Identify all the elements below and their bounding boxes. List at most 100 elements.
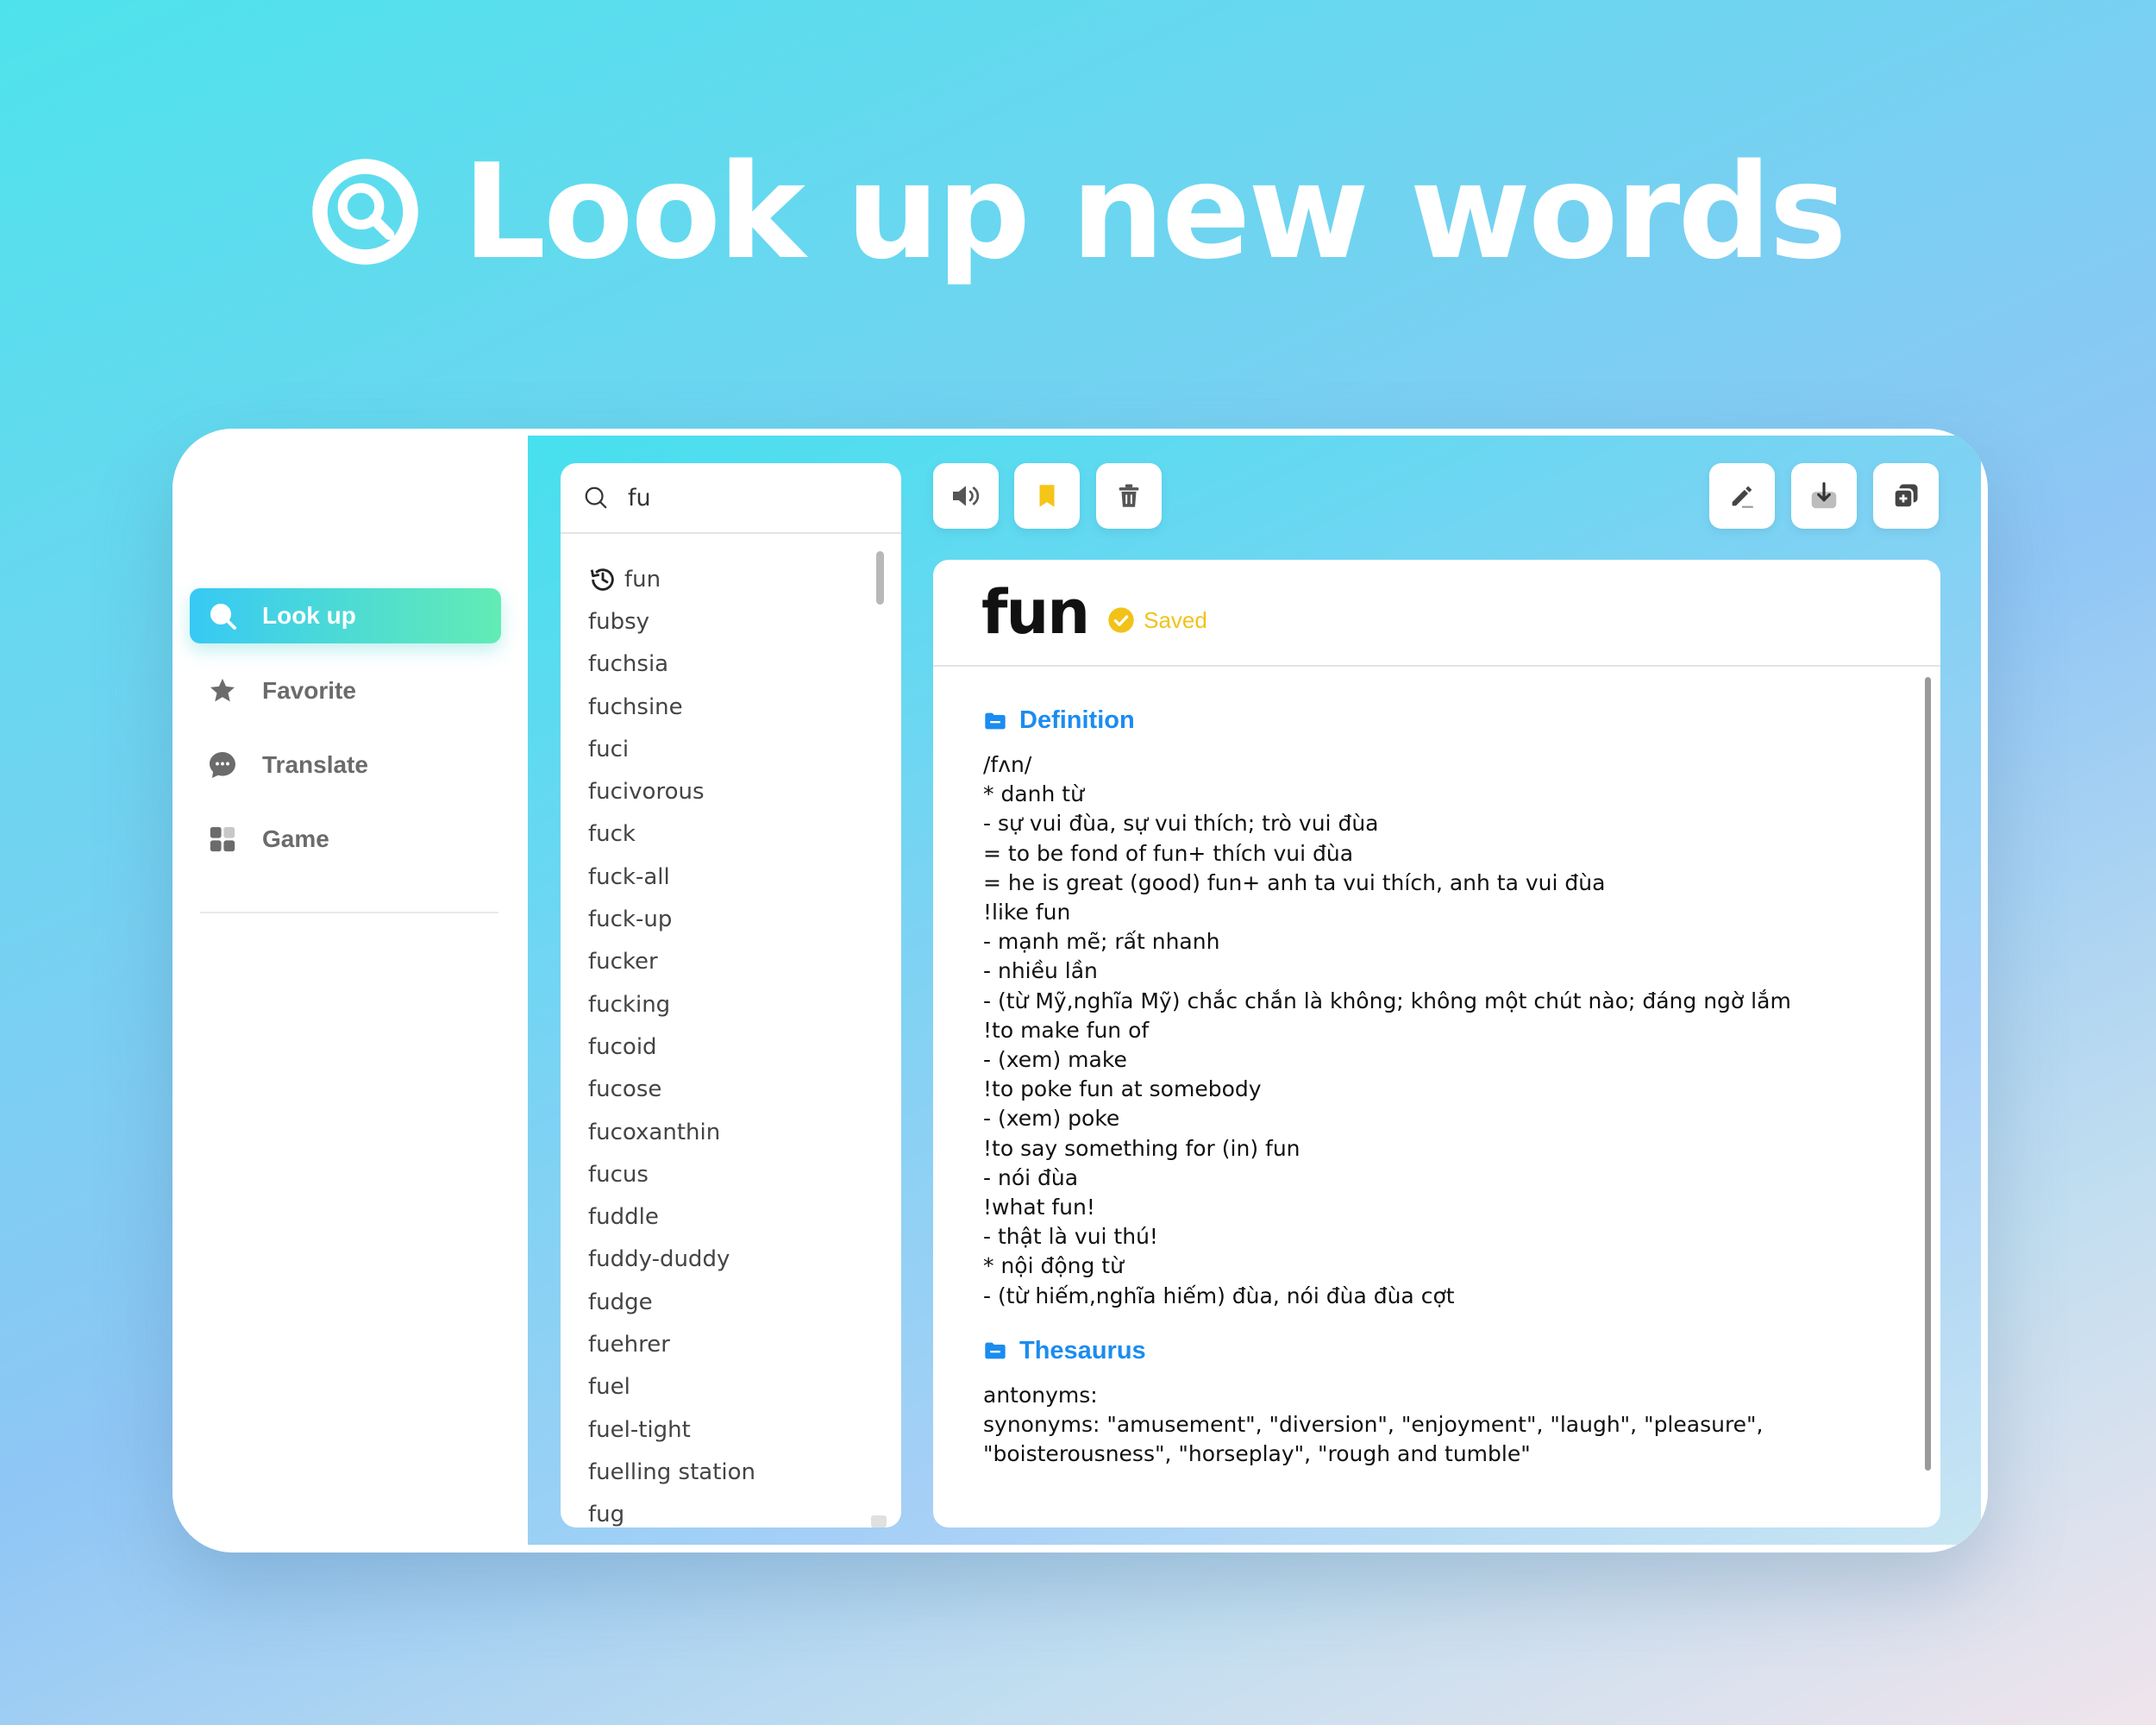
list-item[interactable]: fucker xyxy=(561,941,871,983)
thesaurus-line: synonyms: "amusement", "diversion", "enj… xyxy=(983,1412,1764,1438)
definition-line: - (xem) make xyxy=(983,1047,1127,1073)
list-item[interactable]: fun xyxy=(561,558,871,600)
definition-line: !to say something for (in) fun xyxy=(983,1135,1300,1161)
list-item[interactable]: fucking xyxy=(561,983,871,1026)
chat-bubble-icon xyxy=(207,750,238,781)
detail-scrollbar[interactable] xyxy=(1925,677,1931,1471)
list-item[interactable]: fuchsine xyxy=(561,686,871,728)
definition-title: Definition xyxy=(1019,706,1135,734)
list-item[interactable]: fubsy xyxy=(561,600,871,643)
banner: Look up new words xyxy=(0,129,2156,293)
definition-line: * nội động từ xyxy=(983,1253,1124,1279)
speaker-icon xyxy=(953,486,980,506)
folder-icon xyxy=(985,1343,1006,1359)
list-item[interactable]: fucoxanthin xyxy=(561,1111,871,1153)
list-item[interactable]: fudge xyxy=(561,1281,871,1323)
word-header: fun Saved xyxy=(933,560,1940,667)
list-scrollbar[interactable] xyxy=(876,551,884,605)
trash-icon xyxy=(1119,484,1139,507)
definition-line: !like fun xyxy=(983,900,1071,925)
thesaurus-title: Thesaurus xyxy=(1019,1336,1146,1364)
search-icon xyxy=(207,600,238,631)
sidebar-divider xyxy=(200,912,498,913)
sidebar-item-translate[interactable]: Translate xyxy=(190,737,501,793)
definition-heading: Definition xyxy=(983,706,1897,735)
history-icon xyxy=(590,568,614,591)
definition-line: = to be fond of fun+ thích vui đùa xyxy=(983,840,1354,866)
list-item-label: fun xyxy=(624,566,661,593)
sidebar-item-game[interactable]: Game xyxy=(190,812,501,867)
search-bar[interactable]: fu xyxy=(561,463,901,534)
thesaurus-heading: Thesaurus xyxy=(983,1337,1897,1365)
definition-line: - nói đùa xyxy=(983,1164,1079,1190)
list-item[interactable]: fug xyxy=(561,1494,871,1527)
app-window: Look up Favorite Translate Game fu fun f… xyxy=(172,429,1988,1552)
saved-badge: Saved xyxy=(1107,606,1207,634)
thesaurus-text: antonyms: synonyms: "amusement", "divers… xyxy=(983,1381,1897,1470)
edit-button[interactable] xyxy=(1709,463,1775,529)
search-input[interactable]: fu xyxy=(628,485,651,511)
list-item[interactable]: fuck xyxy=(561,813,871,856)
definition-line: !to poke fun at somebody xyxy=(983,1076,1262,1102)
add-card-icon xyxy=(1893,484,1918,509)
list-item[interactable]: fuddle xyxy=(561,1195,871,1238)
bookmark-icon xyxy=(1039,485,1055,507)
sidebar-item-label: Translate xyxy=(262,751,368,778)
search-icon xyxy=(312,158,419,265)
definition-line: !to make fun of xyxy=(983,1017,1150,1043)
list-item[interactable]: fucose xyxy=(561,1069,871,1111)
edit-icon xyxy=(1732,486,1753,508)
star-icon xyxy=(207,675,238,706)
list-item[interactable]: fuddy-duddy xyxy=(561,1239,871,1281)
saved-label: Saved xyxy=(1144,606,1207,633)
sidebar: Look up Favorite Translate Game xyxy=(172,429,528,1552)
list-item[interactable]: fucus xyxy=(561,1153,871,1195)
thesaurus-line: "boisterousness", "horseplay", "rough an… xyxy=(983,1441,1531,1467)
definition-line: - (từ Mỹ,nghĩa Mỹ) chắc chắn là không; k… xyxy=(983,988,1791,1013)
list-item[interactable]: fuel-tight xyxy=(561,1408,871,1451)
list-scrollbar-end xyxy=(871,1515,887,1527)
sidebar-item-look-up[interactable]: Look up xyxy=(190,588,501,643)
bookmark-button[interactable] xyxy=(1014,463,1080,529)
add-card-button[interactable] xyxy=(1873,463,1939,529)
definition-line: - (xem) poke xyxy=(983,1106,1120,1132)
banner-title: Look up new words xyxy=(462,135,1846,288)
search-icon xyxy=(585,486,607,509)
definition-line: - sự vui đùa, sự vui thích; trò vui đùa xyxy=(983,811,1379,837)
pronounce-button[interactable] xyxy=(933,463,999,529)
sidebar-item-favorite[interactable]: Favorite xyxy=(190,663,501,718)
definition-line: !what fun! xyxy=(983,1195,1095,1220)
list-item[interactable]: fucivorous xyxy=(561,770,871,812)
list-item[interactable]: fuel xyxy=(561,1366,871,1408)
sidebar-item-label: Favorite xyxy=(262,677,356,704)
sidebar-item-label: Game xyxy=(262,825,329,852)
definition-line: - thật là vui thú! xyxy=(983,1224,1158,1250)
sidebar-item-label: Look up xyxy=(262,602,356,629)
definition-line: - (từ hiếm,nghĩa hiếm) đùa, nói đùa đùa … xyxy=(983,1283,1455,1308)
word-detail-body: Definition /fʌn/ * danh từ - sự vui đùa,… xyxy=(983,706,1897,1469)
list-item[interactable]: fuck-all xyxy=(561,856,871,898)
folder-icon xyxy=(985,712,1006,729)
check-circle-icon xyxy=(1108,607,1134,633)
list-item[interactable]: fucoid xyxy=(561,1026,871,1068)
definition-line: - nhiều lần xyxy=(983,958,1098,984)
list-item[interactable]: fuelling station xyxy=(561,1451,871,1493)
download-icon xyxy=(1811,482,1837,509)
definition-line: = he is great (good) fun+ anh ta vui thí… xyxy=(983,869,1606,895)
list-item[interactable]: fuchsia xyxy=(561,643,871,686)
list-item[interactable]: fuci xyxy=(561,728,871,770)
list-item[interactable]: fuehrer xyxy=(561,1323,871,1365)
delete-button[interactable] xyxy=(1096,463,1162,529)
word-detail-card: fun Saved Definition /fʌn/ * danh từ - s… xyxy=(933,560,1940,1527)
headword: fun xyxy=(981,577,1090,648)
word-list-panel: fu fun fubsy fuchsia fuchsine fuci fuciv… xyxy=(561,463,901,1527)
definition-line: /fʌn/ xyxy=(983,752,1032,777)
main-area: fu fun fubsy fuchsia fuchsine fuci fuciv… xyxy=(528,436,1981,1545)
list-item[interactable]: fuck-up xyxy=(561,898,871,940)
definition-line: * danh từ xyxy=(983,781,1084,807)
definition-line: - mạnh mẽ; rất nhanh xyxy=(983,929,1220,955)
word-list: fun fubsy fuchsia fuchsine fuci fucivoro… xyxy=(561,558,871,1527)
definition-text: /fʌn/ * danh từ - sự vui đùa, sự vui thí… xyxy=(983,750,1897,1311)
grid-icon xyxy=(207,824,238,855)
download-button[interactable] xyxy=(1791,463,1857,529)
